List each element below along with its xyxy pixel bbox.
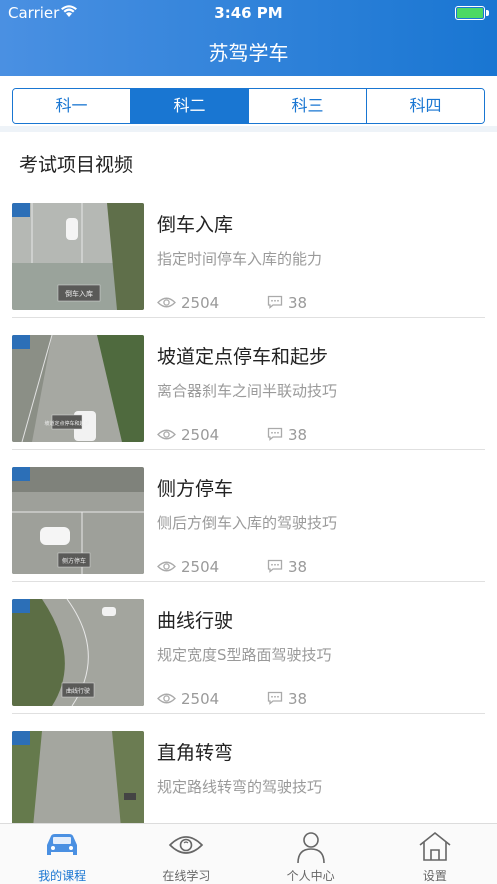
video-list: 倒车入库 倒车入库 指定时间停车入库的能力 2504 38 坡道定点停车和起步 bbox=[0, 186, 497, 823]
eye-icon bbox=[168, 830, 204, 863]
video-title[interactable]: 坡道定点停车和起步 bbox=[157, 342, 328, 369]
comment-count: 38 bbox=[288, 690, 308, 708]
video-thumbnail[interactable]: 倒车入库 bbox=[12, 203, 144, 310]
thumbnail-caption: 曲线行驶 bbox=[66, 687, 90, 695]
section-divider bbox=[0, 126, 497, 132]
tab-subject-4[interactable]: 科四 bbox=[367, 89, 484, 123]
battery-icon bbox=[455, 6, 489, 20]
views-icon bbox=[157, 691, 176, 709]
comment-count: 38 bbox=[288, 426, 308, 444]
comment-count: 38 bbox=[288, 294, 308, 312]
page-title: 苏驾学车 bbox=[208, 41, 289, 65]
comment-icon bbox=[267, 691, 283, 709]
app-header: Carrier 3:46 PM 苏驾学车 bbox=[0, 0, 497, 76]
video-title[interactable]: 曲线行驶 bbox=[157, 606, 233, 633]
tab-label: 个人中心 bbox=[286, 869, 335, 883]
video-description: 离合器刹车之间半联动技巧 bbox=[157, 382, 338, 400]
person-icon bbox=[293, 830, 329, 867]
tab-subject-1[interactable]: 科一 bbox=[13, 89, 131, 123]
tab-subject-3[interactable]: 科三 bbox=[249, 89, 367, 123]
view-count: 2504 bbox=[181, 690, 220, 708]
tab-settings[interactable]: 设置 bbox=[373, 824, 497, 884]
list-item[interactable]: 直角转弯 规定路线转弯的驾驶技巧 bbox=[0, 714, 497, 823]
video-description: 侧后方倒车入库的驾驶技巧 bbox=[157, 514, 338, 532]
video-thumbnail[interactable] bbox=[12, 731, 144, 823]
clock: 3:46 PM bbox=[214, 4, 283, 22]
tab-personal-center[interactable]: 个人中心 bbox=[249, 824, 373, 884]
video-description: 规定路线转弯的驾驶技巧 bbox=[157, 778, 323, 796]
thumbnail-caption: 倒车入库 bbox=[65, 289, 93, 298]
thumbnail-caption: 侧方停车 bbox=[62, 557, 86, 565]
view-count: 2504 bbox=[181, 426, 220, 444]
views-icon bbox=[157, 559, 176, 577]
tab-my-courses[interactable]: 我的课程 bbox=[0, 824, 124, 884]
video-thumbnail[interactable]: 侧方停车 bbox=[12, 467, 144, 574]
tab-online-learning[interactable]: 在线学习 bbox=[124, 824, 248, 884]
tab-label: 我的课程 bbox=[38, 869, 87, 883]
views-icon bbox=[157, 295, 176, 313]
list-item[interactable]: 侧方停车 侧方停车 侧后方倒车入库的驾驶技巧 2504 38 bbox=[0, 450, 497, 582]
comment-count: 38 bbox=[288, 558, 308, 576]
comment-icon bbox=[267, 295, 283, 313]
video-thumbnail[interactable]: 曲线行驶 bbox=[12, 599, 144, 706]
car-icon bbox=[44, 830, 80, 863]
video-title[interactable]: 直角转弯 bbox=[157, 738, 233, 765]
comment-icon bbox=[267, 427, 283, 445]
comment-icon bbox=[267, 559, 283, 577]
video-title[interactable]: 侧方停车 bbox=[157, 474, 233, 501]
tab-label: 设置 bbox=[422, 869, 447, 883]
video-thumbnail[interactable]: 坡道定点停车和起步 bbox=[12, 335, 144, 442]
view-count: 2504 bbox=[181, 558, 220, 576]
list-item[interactable]: 倒车入库 倒车入库 指定时间停车入库的能力 2504 38 bbox=[0, 186, 497, 318]
segmented-control: 科一 科二 科三 科四 bbox=[12, 88, 485, 124]
status-bar: Carrier 3:46 PM bbox=[0, 0, 497, 26]
subject-selector: 科一 科二 科三 科四 bbox=[0, 76, 497, 131]
section-title: 考试项目视频 bbox=[19, 154, 134, 176]
tab-label: 在线学习 bbox=[162, 869, 211, 883]
views-icon bbox=[157, 427, 176, 445]
bottom-tab-bar: 我的课程 在线学习 个人中心 设置 bbox=[0, 823, 497, 884]
tab-subject-2[interactable]: 科二 bbox=[131, 89, 249, 123]
video-description: 指定时间停车入库的能力 bbox=[157, 250, 323, 268]
video-title[interactable]: 倒车入库 bbox=[157, 210, 233, 237]
list-item[interactable]: 坡道定点停车和起步 坡道定点停车和起步 离合器刹车之间半联动技巧 2504 38 bbox=[0, 318, 497, 450]
thumbnail-caption: 坡道定点停车和起步 bbox=[44, 420, 89, 427]
view-count: 2504 bbox=[181, 294, 220, 312]
list-item[interactable]: 曲线行驶 曲线行驶 规定宽度S型路面驾驶技巧 2504 38 bbox=[0, 582, 497, 714]
video-description: 规定宽度S型路面驾驶技巧 bbox=[157, 646, 332, 664]
house-icon bbox=[417, 830, 453, 865]
